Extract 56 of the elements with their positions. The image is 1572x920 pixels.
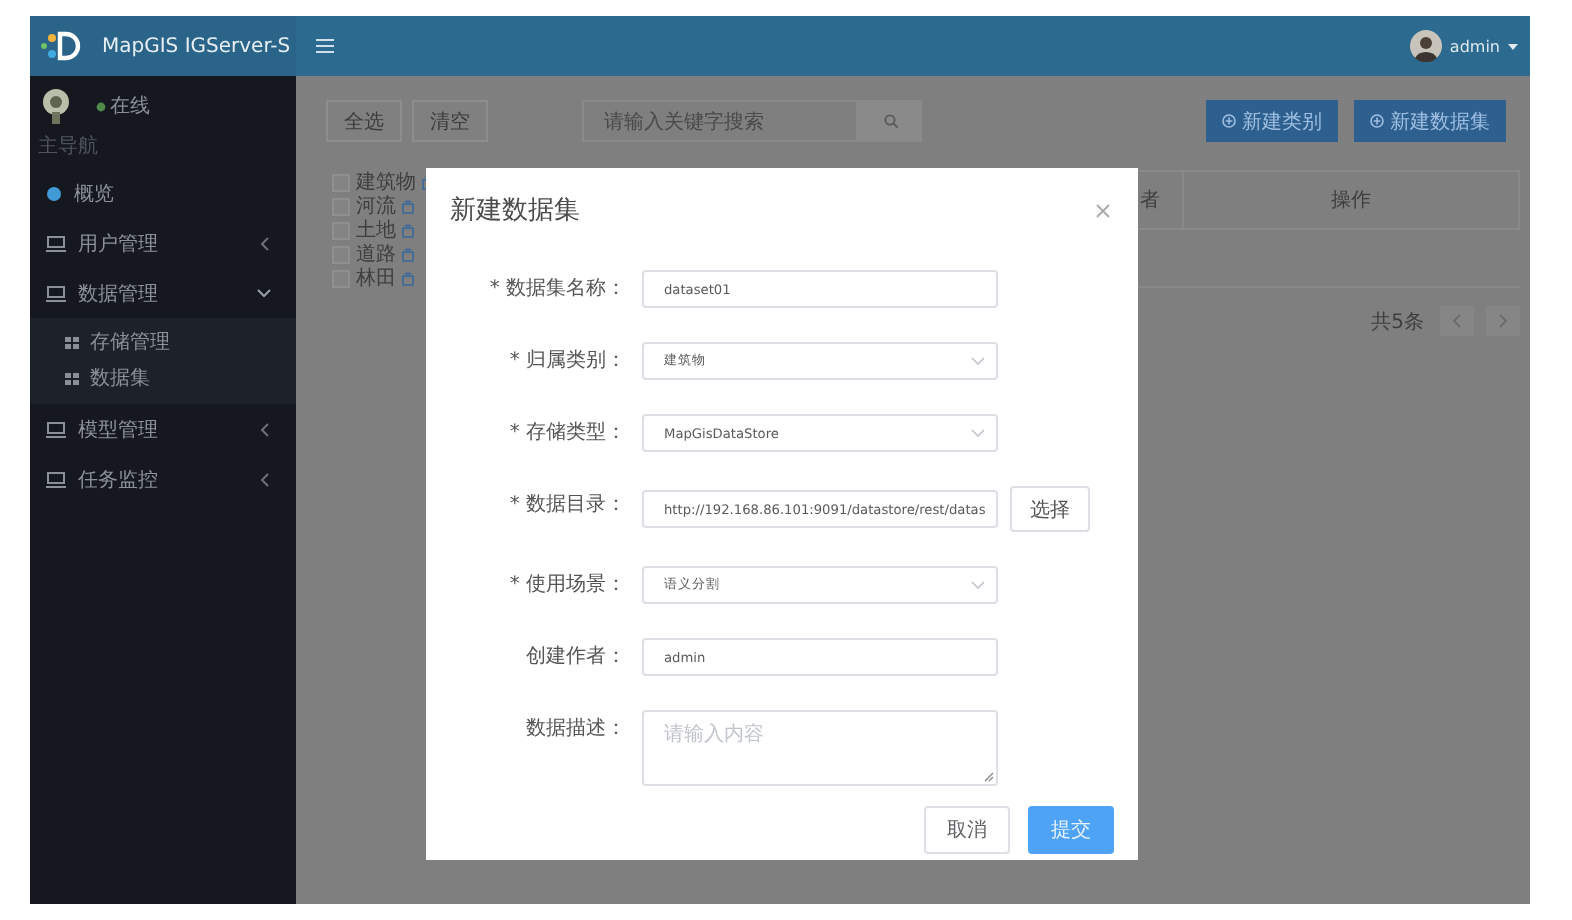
dialog-title: 新建数据集 (450, 194, 580, 228)
menu-icon[interactable] (316, 38, 334, 54)
logo-icon (38, 28, 82, 64)
plus-circle-icon (1222, 114, 1236, 128)
field-label: * 归属类别： (507, 347, 626, 376)
status-text: 在线 (110, 93, 150, 120)
select-button[interactable]: 选择 (1010, 486, 1090, 532)
column-header: 操作 (1329, 188, 1373, 216)
category-label[interactable]: 建筑物 (356, 168, 416, 196)
nav-item[interactable]: 数据管理 (30, 268, 296, 318)
nav-item[interactable]: 模型管理 (30, 404, 296, 454)
new-button[interactable]: 新建类别 (1206, 100, 1338, 142)
monitor-icon (46, 470, 66, 488)
caret-icon (1508, 43, 1518, 49)
field-label: * 数据目录： (507, 492, 626, 520)
close-icon[interactable] (1096, 203, 1110, 217)
cancel-button[interactable]: 取消 (924, 806, 1010, 854)
field-label: 创建作者： (524, 643, 626, 672)
monitor-icon (46, 234, 66, 252)
app-name: MapGIS IGServer-S (102, 35, 291, 57)
category-label[interactable]: 道路 (356, 240, 396, 268)
monitor-icon (46, 284, 66, 302)
plus-circle-icon (1370, 114, 1384, 128)
field-label: * 使用场景： (507, 571, 626, 600)
grid-icon (64, 371, 80, 385)
nav-item[interactable]: 用户管理 (30, 218, 296, 268)
next-page-button[interactable] (1486, 306, 1520, 336)
section-label: 主导航 (36, 133, 100, 162)
field-label: * 存储类型： (507, 419, 626, 448)
chevron-down-icon (970, 428, 986, 438)
category-label[interactable]: 林田 (356, 264, 396, 292)
chevron-right-icon (1498, 314, 1508, 328)
nav-subitem[interactable]: 数据集 (30, 360, 296, 396)
prev-page-button[interactable] (1440, 306, 1474, 336)
chevron-down-icon (970, 356, 986, 366)
new-button[interactable]: 新建数据集 (1354, 100, 1506, 142)
resize-grip-icon (984, 772, 994, 782)
category-label[interactable]: 河流 (356, 192, 396, 220)
field-label: 数据描述： (524, 715, 626, 744)
field-label: * 数据集名称： (487, 276, 626, 304)
search-button[interactable] (858, 100, 922, 142)
total-count: 共5条 (1371, 309, 1424, 335)
nav-item[interactable]: 任务监控 (30, 454, 296, 504)
grid-icon (64, 335, 80, 349)
user-menu[interactable]: admin (1409, 30, 1518, 62)
chevron-down-icon (970, 580, 986, 590)
dot-icon (46, 185, 62, 201)
search-icon (883, 114, 897, 128)
nav-item[interactable]: 概览 (30, 168, 296, 218)
monitor-icon (46, 420, 66, 438)
nav-subitem[interactable]: 存储管理 (30, 324, 296, 360)
chevron-left-icon (1452, 314, 1462, 328)
status-dot-icon (96, 101, 106, 111)
toolbar-button[interactable]: 全选 (326, 100, 402, 142)
toolbar-button[interactable]: 清空 (412, 100, 488, 142)
category-label[interactable]: 土地 (356, 216, 396, 244)
